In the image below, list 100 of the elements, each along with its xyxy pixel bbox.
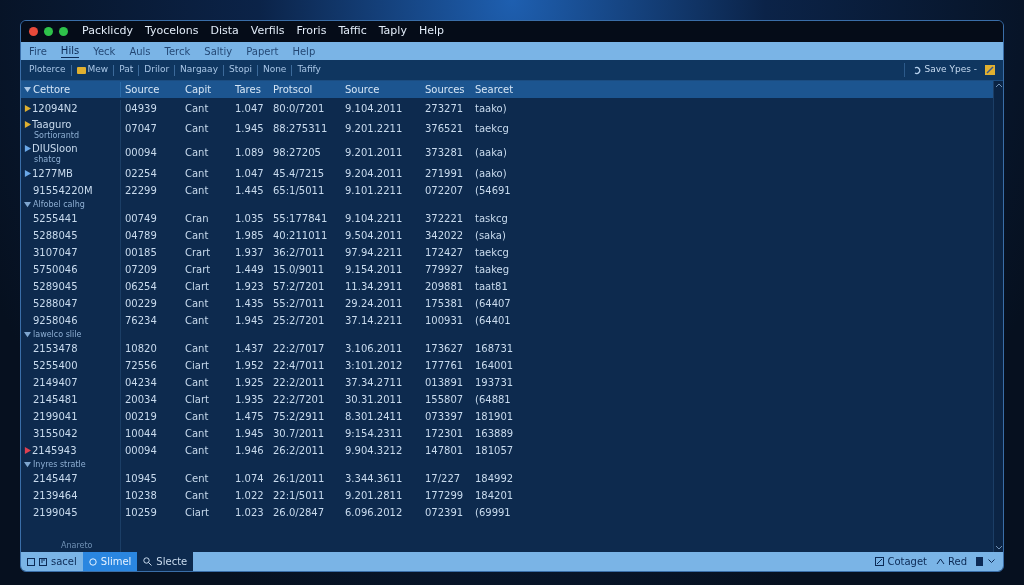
table-cell-text: 147801 (425, 444, 465, 457)
chevron-down-icon[interactable] (988, 559, 995, 564)
menu-item[interactable]: Verfils (250, 23, 285, 40)
menu-item[interactable]: Packlicdy (82, 23, 133, 40)
table-cell-text: 168731 (475, 342, 515, 355)
table-cell-text: Ciart (185, 359, 210, 372)
toolbar-button[interactable]: Mew (87, 63, 109, 77)
table-cell-text: 26:1/2011 (273, 472, 326, 485)
table-cell-text: 1.945 (235, 314, 265, 327)
row-note: shatcg (33, 154, 62, 164)
search-icon (143, 557, 153, 566)
column-header[interactable]: Sources (425, 82, 465, 97)
table-cell: 2139464 (33, 489, 78, 502)
toolbar-button[interactable]: Pat (119, 63, 134, 77)
menu-tab[interactable]: Saltiy (204, 44, 233, 58)
table-cell-text: 273271 (425, 102, 465, 115)
save-types-button[interactable]: Save Ypes - (924, 63, 977, 77)
minimize-button[interactable] (44, 27, 53, 36)
group-label[interactable]: lawelco slile (33, 329, 82, 340)
expand-arrow-icon[interactable] (24, 447, 31, 454)
menu-tab[interactable]: Terck (164, 44, 191, 58)
close-button[interactable] (29, 27, 38, 36)
menu-tab[interactable]: Fire (29, 44, 47, 58)
collapse-arrow-icon[interactable] (24, 461, 31, 468)
status-tab[interactable]: sacel (21, 552, 83, 571)
menu-item[interactable]: Help (418, 23, 444, 40)
table-cell-text: Crart (185, 246, 212, 259)
menu-tab[interactable]: Yeck (93, 44, 116, 58)
maximize-button[interactable] (59, 27, 68, 36)
table-cell-text: (64881 (475, 393, 512, 406)
expand-arrow-icon[interactable] (24, 105, 31, 112)
table-cell-text: 1.435 (235, 297, 265, 310)
table-cell: 2153478 (33, 342, 78, 355)
status-tab[interactable]: Slecte (137, 552, 194, 571)
table-cell: 91554220M (33, 184, 93, 197)
table-cell-text: 22:2/7017 (273, 342, 326, 355)
table-cell-text: 15.0/9011 (273, 263, 326, 276)
column-header[interactable]: Source (125, 82, 160, 97)
menu-tab[interactable]: Hils (60, 44, 80, 58)
menu-tab[interactable]: Help (292, 44, 316, 58)
table-cell-text: 779927 (425, 263, 465, 276)
column-header[interactable]: Capit (185, 82, 212, 97)
table-cell-text: 3.106.2011 (345, 342, 404, 355)
scrollbar[interactable] (993, 81, 1003, 552)
table-cell-text: Clart (185, 280, 210, 293)
toolbar-button[interactable]: Drilor (144, 63, 170, 77)
table-cell-text: 00094 (125, 147, 158, 159)
toolbar-button[interactable]: Tafify (297, 63, 321, 77)
status-tab[interactable]: Slimel (82, 552, 138, 571)
table-cell-text: Cant (185, 376, 210, 389)
menu-tab[interactable]: Auls (129, 44, 151, 58)
column-header[interactable]: Source (345, 82, 380, 97)
menu-item[interactable]: Dista (210, 23, 239, 40)
table-cell-text: 073397 (425, 410, 465, 423)
column-header[interactable]: Cettore (33, 82, 71, 97)
group-label[interactable]: Alfobel calhg (33, 199, 85, 210)
toolbar-button[interactable]: None (262, 63, 287, 77)
menu-tab[interactable]: Papert (246, 44, 279, 58)
status-button[interactable]: Red (948, 554, 967, 569)
collapse-arrow-icon[interactable] (24, 201, 31, 208)
table-cell-text: 10259 (125, 506, 158, 519)
collapse-arrow-icon[interactable] (24, 331, 31, 338)
toolbar-button[interactable]: Nargaay (180, 63, 218, 77)
table-cell: 3155042 (33, 427, 78, 440)
table-cell-text: taekcg (475, 246, 510, 259)
table-cell-text: 55:177841 (273, 212, 329, 225)
table-cell-text: Cant (185, 314, 210, 327)
table-cell-text: Cant (185, 229, 210, 242)
toolbar-button[interactable]: Ploterce (29, 63, 66, 77)
column-header[interactable]: Tares (235, 82, 261, 97)
menu-item[interactable]: Tyocelons (144, 23, 199, 40)
table-cell-text: Cant (185, 410, 210, 423)
expand-arrow-icon[interactable] (24, 170, 31, 177)
status-button[interactable]: Cotaget (887, 554, 927, 569)
table-cell-text: 1.946 (235, 444, 265, 457)
menu-item[interactable]: Froris (296, 23, 327, 40)
toolbar-button[interactable]: Stopi (228, 63, 252, 77)
table-cell-text: 072391 (425, 506, 465, 519)
table-cell-text: 04789 (125, 229, 158, 242)
table-cell: 5255400 (33, 359, 78, 372)
column-header[interactable]: Searcet (475, 82, 514, 97)
menu-item[interactable]: Taply (378, 23, 407, 40)
edit-icon[interactable] (985, 65, 995, 75)
group-label[interactable]: Inyres stratle (33, 459, 86, 470)
column-header[interactable]: Protscol (273, 82, 313, 97)
table-cell-text: Crart (185, 263, 212, 276)
menu-item[interactable]: Taffic (338, 23, 367, 40)
table-cell-text: 45.4/7215 (273, 167, 326, 180)
expand-arrow-icon[interactable] (24, 145, 31, 152)
table-cell-text: (saka) (475, 229, 507, 242)
table-cell: 5255441 (33, 212, 78, 225)
collapse-arrow-icon[interactable] (24, 86, 31, 93)
table-cell-text: 76234 (125, 314, 158, 327)
table-cell: 5289045 (33, 280, 78, 293)
scroll-down-icon[interactable] (995, 546, 1002, 550)
table-cell-text: 6.096.2012 (345, 506, 404, 519)
expand-arrow-icon[interactable] (24, 121, 31, 128)
scroll-up-icon[interactable] (995, 83, 1002, 87)
table-cell-text: 1.437 (235, 342, 265, 355)
table-cell-text: 164001 (475, 359, 515, 372)
